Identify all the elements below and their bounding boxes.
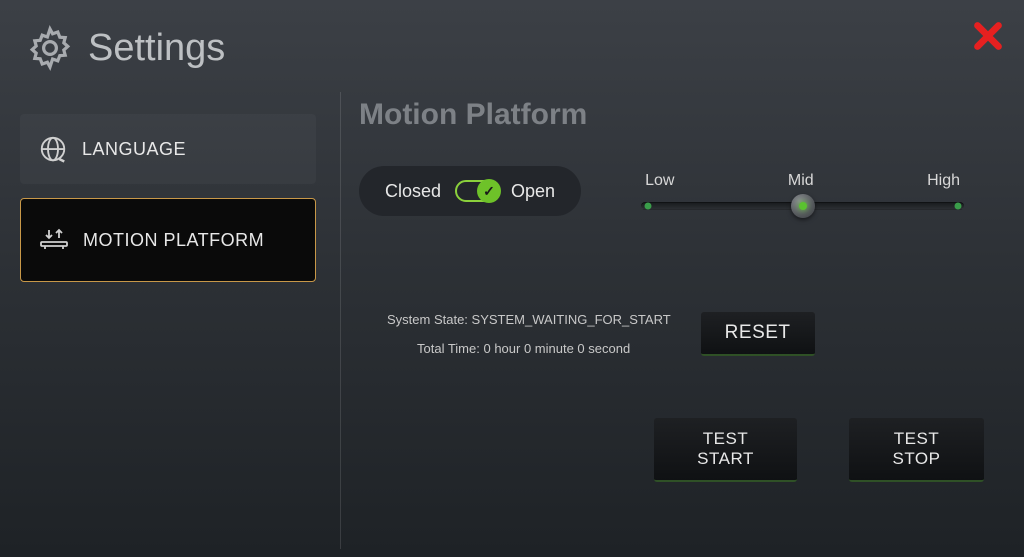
- system-state-label: System State:: [387, 312, 468, 327]
- close-button[interactable]: [970, 18, 1006, 54]
- reset-button[interactable]: RESET: [701, 312, 815, 356]
- total-time-value: 0 hour 0 minute 0 second: [483, 341, 630, 356]
- slider-label-low: Low: [645, 172, 674, 190]
- sidebar-item-language[interactable]: LANGUAGE: [20, 114, 316, 184]
- main-panel: Motion Platform Closed ✓ Open Low Mid Hi…: [359, 92, 1024, 549]
- header: Settings: [0, 0, 1024, 82]
- slider-knob[interactable]: [791, 194, 815, 218]
- test-stop-button[interactable]: TEST STOP: [849, 418, 984, 482]
- test-start-button[interactable]: TEST START: [654, 418, 797, 482]
- divider: [340, 92, 341, 549]
- gear-icon: [26, 24, 74, 72]
- sidebar-item-label: LANGUAGE: [82, 139, 186, 160]
- slider-tick-high: [954, 203, 961, 210]
- globe-icon: [38, 134, 68, 164]
- slider-tick-low: [644, 203, 651, 210]
- toggle-label-open: Open: [511, 181, 555, 202]
- check-icon: ✓: [483, 183, 495, 200]
- toggle-switch[interactable]: ✓: [455, 180, 497, 202]
- system-state-value: SYSTEM_WAITING_FOR_START: [472, 312, 671, 327]
- slider-label-high: High: [927, 172, 960, 190]
- toggle-label-closed: Closed: [385, 181, 441, 202]
- slider-label-mid: Mid: [788, 172, 814, 190]
- motion-platform-icon: [39, 225, 69, 255]
- open-closed-toggle[interactable]: Closed ✓ Open: [359, 166, 581, 216]
- sidebar-item-label: MOTION PLATFORM: [83, 230, 264, 251]
- page-title: Settings: [88, 27, 225, 70]
- toggle-knob: ✓: [477, 179, 501, 203]
- slider-track[interactable]: [641, 202, 964, 210]
- intensity-slider: Low Mid High: [641, 172, 964, 210]
- total-time-label: Total Time:: [417, 341, 480, 356]
- sidebar-item-motion-platform[interactable]: MOTION PLATFORM: [20, 198, 316, 282]
- status-text: System State: SYSTEM_WAITING_FOR_START T…: [359, 312, 671, 356]
- panel-title: Motion Platform: [359, 98, 984, 132]
- sidebar: LANGUAGE MOTION PLATFORM: [20, 92, 316, 549]
